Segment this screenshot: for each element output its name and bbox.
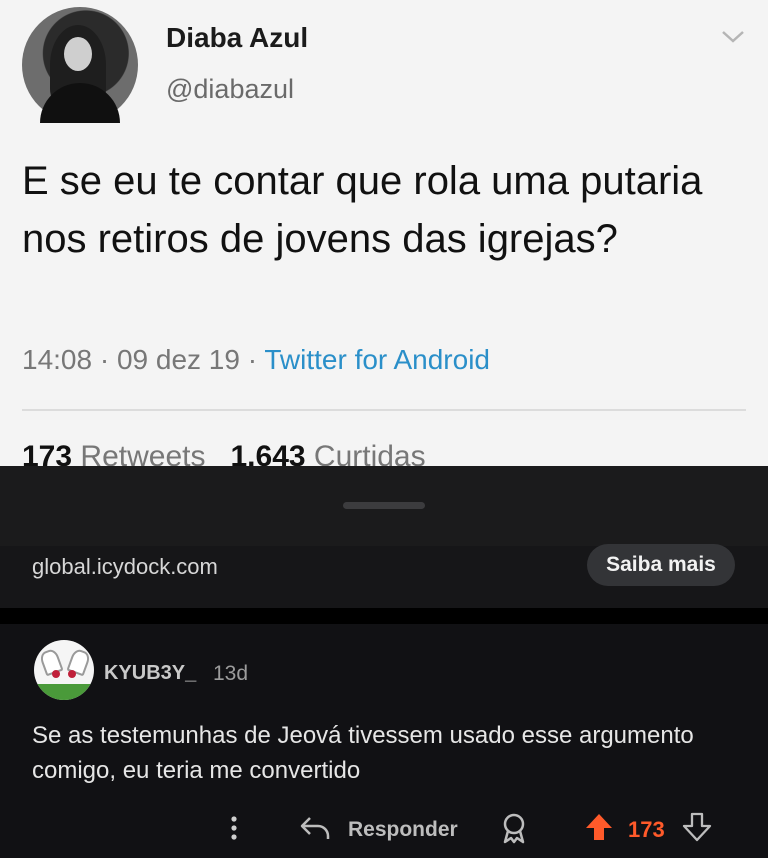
tweet-author-name: Diaba Azul [166, 22, 309, 53]
reply-arrow-icon[interactable] [298, 814, 332, 842]
tweet-timestamp: 14:08 · 09 dez 19 · [22, 344, 265, 375]
retweets-count: 173 [22, 440, 73, 466]
tweet-meta: 14:08 · 09 dez 19 · Twitter for Android [22, 344, 490, 376]
comment-score: 173 [628, 817, 665, 842]
likes-count: 1.643 [230, 440, 306, 466]
ad-url[interactable]: global.icydock.com [32, 554, 218, 580]
tweet-text: E se eu te contar que rola uma putaria n… [22, 159, 703, 261]
tweet-author-avatar [22, 7, 138, 123]
learn-more-button[interactable]: Saiba mais [587, 544, 735, 586]
tweet-screenshot: Diaba Azul @diabazul E se eu te contar q… [0, 0, 768, 466]
kebab-menu-icon[interactable] [224, 814, 244, 842]
avatar[interactable] [34, 640, 94, 700]
drag-handle[interactable] [343, 502, 425, 509]
comment-username[interactable]: KYUB3Y_ [104, 662, 196, 685]
comment: KYUB3Y_ 13d Se as testemunhas de Jeová t… [0, 624, 768, 858]
tweet-source: Twitter for Android [264, 344, 490, 375]
retweets-label: Retweets [80, 440, 206, 466]
award-icon[interactable] [499, 812, 529, 844]
section-divider [0, 608, 768, 624]
bottom-sheet-header[interactable] [0, 466, 768, 546]
chevron-down-icon [722, 31, 744, 43]
comment-body: Se as testemunhas de Jeová tivessem usad… [32, 722, 694, 784]
promoted-ad-bar[interactable]: global.icydock.com Saiba mais [0, 544, 768, 608]
tweet-author-handle: @diabazul [166, 74, 294, 104]
upvote-icon[interactable] [584, 812, 614, 842]
tweet-stats: 173 Retweets 1.643 Curtidas [22, 440, 426, 466]
tweet-divider [22, 409, 746, 411]
downvote-icon[interactable] [682, 812, 712, 842]
likes-label: Curtidas [313, 440, 426, 466]
reply-button[interactable]: Responder [348, 818, 458, 842]
comment-age: 13d [213, 662, 249, 685]
